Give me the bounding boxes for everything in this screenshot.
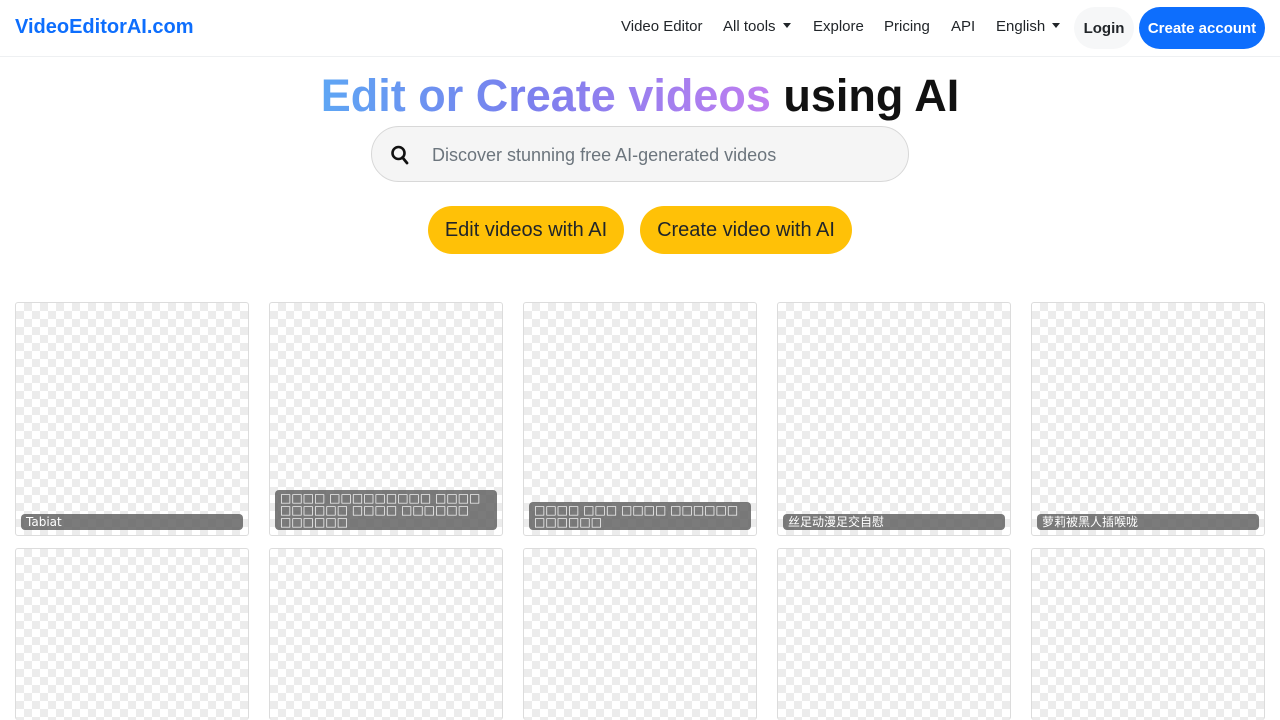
video-card[interactable]	[523, 548, 757, 720]
video-card[interactable]	[777, 548, 1011, 720]
video-card[interactable]	[1031, 548, 1265, 720]
nav-api[interactable]: API	[951, 18, 975, 35]
chevron-down-icon	[782, 23, 791, 28]
video-caption: □□□□ □□□□□□□□□ □□□□ □□□□□□ □□□□ □□□□□□ □…	[275, 490, 497, 530]
hero-title-plain: using AI	[783, 70, 960, 121]
video-card[interactable]: □□□□ □□□□□□□□□ □□□□ □□□□□□ □□□□ □□□□□□ □…	[269, 302, 503, 536]
edit-videos-button[interactable]: Edit videos with AI	[428, 206, 624, 254]
video-caption: □□□□ □□□ □□□□ □□□□□□ □□□□□□	[529, 502, 751, 530]
video-card[interactable]: 萝莉被黑人插喉咙	[1031, 302, 1265, 536]
create-account-button[interactable]: Create account	[1139, 7, 1265, 49]
brand-logo-link[interactable]: VideoEditorAI.com	[15, 16, 194, 39]
video-card[interactable]	[15, 548, 249, 720]
video-caption: Tabiat	[21, 514, 243, 530]
language-dropdown[interactable]: English	[996, 18, 1061, 35]
hero-title: Edit or Create videos using AI	[0, 70, 1280, 122]
nav-all-tools-dropdown[interactable]: All tools	[723, 18, 791, 35]
video-card[interactable]: Tabiat	[15, 302, 249, 536]
chevron-down-icon	[1052, 23, 1061, 28]
video-card[interactable]: 丝足动漫足交自慰	[777, 302, 1011, 536]
login-button[interactable]: Login	[1074, 7, 1134, 49]
search-bar[interactable]	[371, 126, 909, 182]
nav-video-editor[interactable]: Video Editor	[621, 18, 702, 35]
nav-all-tools-label: All tools	[723, 18, 776, 35]
video-caption: 萝莉被黑人插喉咙	[1037, 514, 1259, 530]
video-card[interactable]: □□□□ □□□ □□□□ □□□□□□ □□□□□□	[523, 302, 757, 536]
nav-explore[interactable]: Explore	[813, 18, 864, 35]
video-card[interactable]	[269, 548, 503, 720]
create-video-button[interactable]: Create video with AI	[640, 206, 852, 254]
video-caption: 丝足动漫足交自慰	[783, 514, 1005, 530]
search-icon	[391, 145, 409, 165]
search-input[interactable]	[432, 141, 872, 169]
nav-pricing[interactable]: Pricing	[884, 18, 930, 35]
top-navbar: VideoEditorAI.com Video Editor All tools…	[0, 0, 1280, 57]
language-label: English	[996, 18, 1046, 35]
hero-title-gradient: Edit or Create videos	[320, 70, 771, 121]
